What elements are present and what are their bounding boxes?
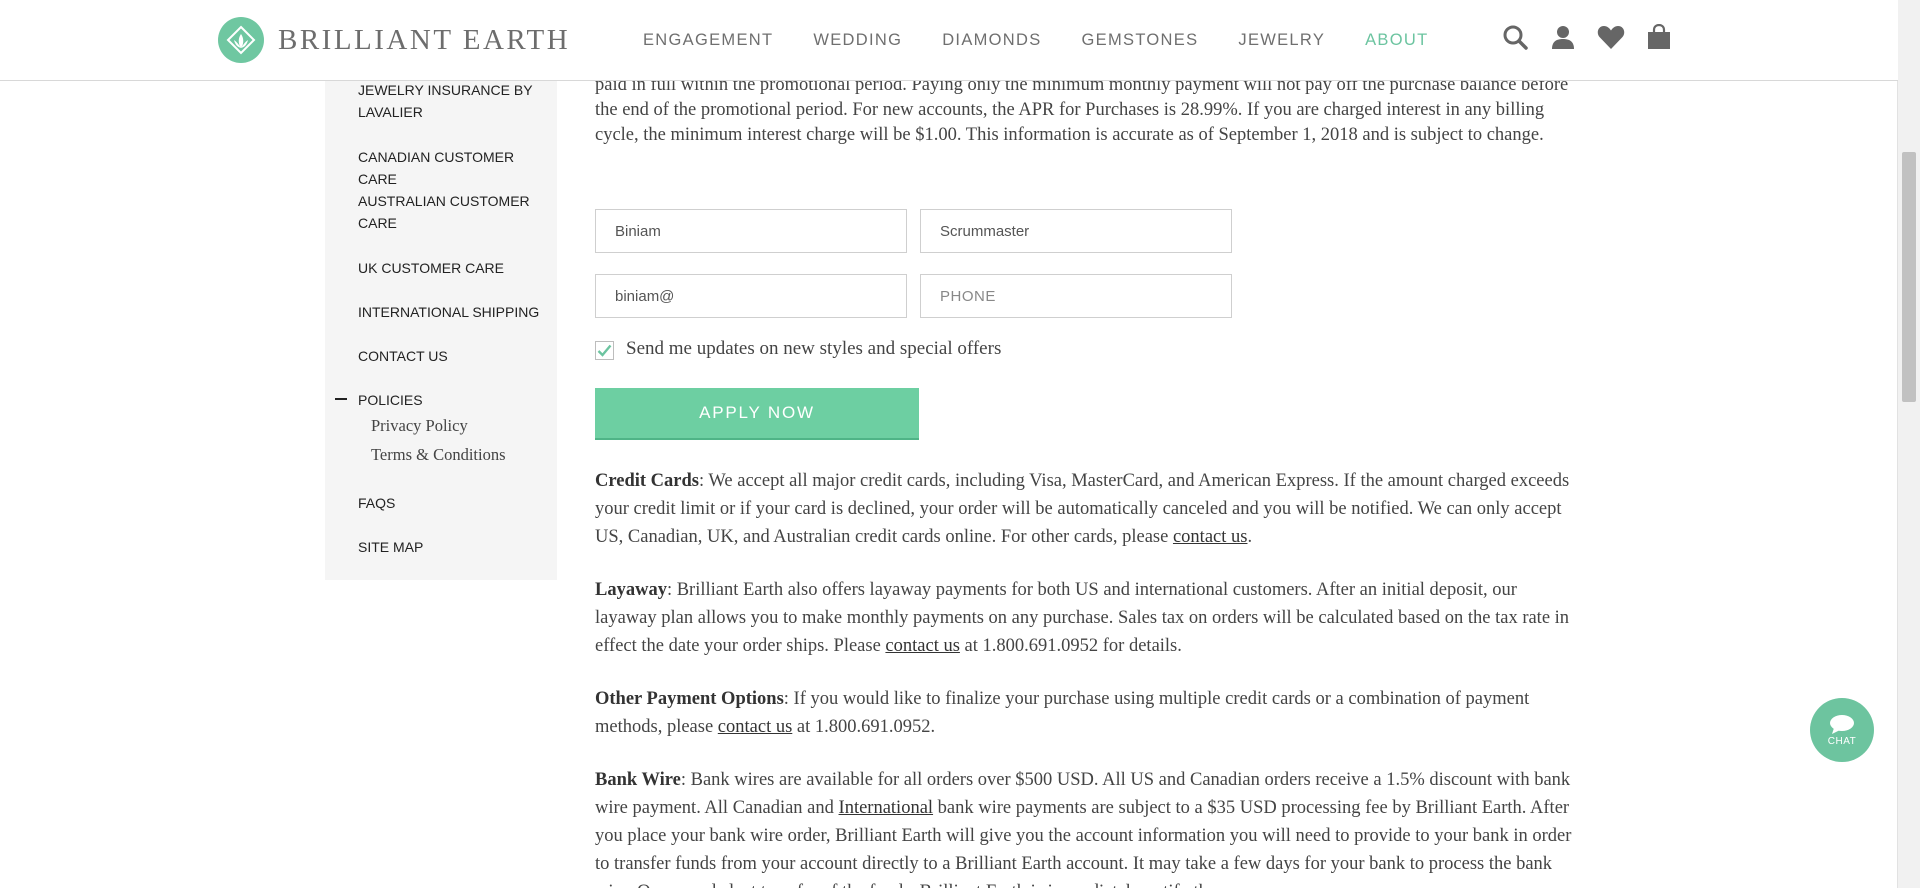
other-payment-options-title: Other Payment Options (595, 689, 784, 709)
credit-cards-section: Credit Cards: We accept all major credit… (595, 467, 1575, 551)
updates-checkbox-label: Send me updates on new styles and specia… (626, 338, 1002, 359)
site-header: BRILLIANT EARTH ENGAGEMENT WEDDING DIAMO… (0, 0, 1898, 81)
chat-bubble-icon (1830, 714, 1854, 734)
sidebar-subitem-terms-conditions[interactable]: Terms & Conditions (371, 445, 506, 465)
sidebar-nav: JEWELRY INSURANCE BY LAVALIER CANADIAN C… (325, 0, 557, 580)
credit-cards-text: : We accept all major credit cards, incl… (595, 471, 1570, 547)
logo-leaf-icon (218, 17, 264, 63)
contact-us-link[interactable]: contact us (718, 717, 793, 737)
chat-label: CHAT (1827, 735, 1857, 747)
sidebar-item-australian-customer-care[interactable]: AUSTRALIAN CUSTOMER CARE (358, 190, 553, 234)
credit-cards-end: . (1247, 527, 1253, 547)
nav-about[interactable]: ABOUT (1365, 31, 1428, 50)
sidebar-item-uk-customer-care[interactable]: UK CUSTOMER CARE (358, 257, 553, 279)
sidebar-item-faqs[interactable]: FAQS (358, 492, 553, 514)
checkmark-icon (597, 344, 612, 357)
bank-wire-section: Bank Wire: Bank wires are available for … (595, 766, 1575, 888)
scrollbar-thumb[interactable] (1902, 152, 1916, 402)
layaway-title: Layaway (595, 580, 667, 600)
updates-checkbox[interactable] (595, 341, 614, 360)
international-link[interactable]: International (839, 798, 934, 818)
shopping-bag-icon[interactable] (1644, 22, 1674, 52)
last-name-field[interactable] (920, 209, 1232, 253)
sidebar-item-jewelry-insurance[interactable]: JEWELRY INSURANCE BY LAVALIER (358, 79, 553, 123)
sidebar-item-canadian-customer-care[interactable]: CANADIAN CUSTOMER CARE (358, 146, 553, 190)
account-icon[interactable] (1548, 22, 1578, 52)
chat-button[interactable]: CHAT (1810, 698, 1874, 762)
page-viewport: JEWELRY INSURANCE BY LAVALIER CANADIAN C… (0, 0, 1898, 888)
sidebar-item-policies[interactable]: POLICIES (358, 389, 553, 411)
layaway-section: Layaway: Brilliant Earth also offers lay… (595, 576, 1575, 660)
nav-diamonds[interactable]: DIAMONDS (942, 31, 1041, 50)
nav-engagement[interactable]: ENGAGEMENT (643, 31, 773, 50)
sidebar-item-contact-us[interactable]: CONTACT US (358, 345, 553, 367)
phone-field[interactable] (920, 274, 1232, 318)
header-icons (1500, 22, 1692, 52)
brand-logo[interactable]: BRILLIANT EARTH (218, 17, 570, 63)
page-scrollbar[interactable] (1897, 0, 1920, 888)
search-icon[interactable] (1500, 22, 1530, 52)
layaway-end: at 1.800.691.0952 for details. (959, 636, 1182, 656)
bank-wire-title: Bank Wire (595, 770, 681, 790)
contact-us-link[interactable]: contact us (885, 636, 960, 656)
credit-cards-title: Credit Cards (595, 471, 699, 491)
financing-disclaimer-text: paid in full within the promotional peri… (595, 75, 1569, 145)
nav-gemstones[interactable]: GEMSTONES (1082, 31, 1199, 50)
email-field[interactable] (595, 274, 907, 318)
first-name-field[interactable] (595, 209, 907, 253)
nav-jewelry[interactable]: JEWELRY (1238, 31, 1325, 50)
nav-wedding[interactable]: WEDDING (813, 31, 902, 50)
sidebar-item-international-shipping[interactable]: INTERNATIONAL SHIPPING (358, 301, 553, 323)
main-nav: ENGAGEMENT WEDDING DIAMONDS GEMSTONES JE… (643, 0, 1468, 80)
contact-us-link[interactable]: contact us (1173, 527, 1248, 547)
apply-now-button[interactable]: APPLY NOW (595, 388, 919, 440)
other-payment-options-end: at 1.800.691.0952. (792, 717, 936, 737)
sidebar-subitem-privacy-policy[interactable]: Privacy Policy (371, 416, 468, 436)
sidebar-item-site-map[interactable]: SITE MAP (358, 536, 553, 558)
wishlist-heart-icon[interactable] (1596, 22, 1626, 52)
collapse-minus-icon[interactable] (335, 398, 347, 400)
brand-name: BRILLIANT EARTH (278, 23, 571, 56)
other-payment-options-section: Other Payment Options: If you would like… (595, 685, 1575, 741)
